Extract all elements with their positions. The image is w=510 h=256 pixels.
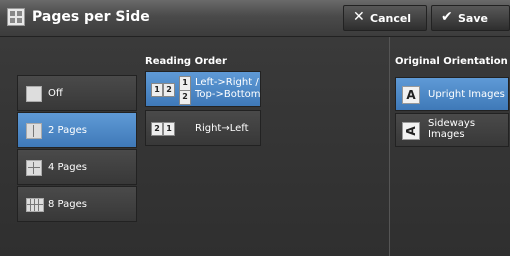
save-label: Save: [458, 12, 488, 25]
option-right-left[interactable]: 2 1 Right→Left: [145, 110, 261, 146]
stacked-page-1-icon: 1: [179, 76, 191, 91]
title-bar: Pages per Side ✕ Cancel ✔ Save: [0, 0, 510, 37]
page-title: Pages per Side: [32, 9, 150, 25]
cancel-button[interactable]: ✕ Cancel: [343, 5, 427, 31]
page-1-icon: 1: [151, 83, 163, 97]
stacked-page-2-icon: 2: [179, 90, 191, 105]
page-1-icon: 1: [163, 122, 175, 136]
orientation-heading: Original Orientation: [395, 56, 508, 67]
option-8-pages[interactable]: 8 Pages: [17, 186, 137, 222]
option-left-right-top-bottom[interactable]: 1 2 1 2 Left->Right / Top->Bottom: [145, 71, 261, 107]
sideways-a-icon: A: [402, 122, 420, 140]
option-upright-images[interactable]: A Upright Images: [395, 77, 509, 111]
four-pages-icon: [26, 160, 42, 176]
page-2-icon: 2: [163, 83, 175, 97]
two-pages-icon: [26, 123, 42, 139]
option-4-pages[interactable]: 4 Pages: [17, 149, 137, 185]
pages-options-panel: Off 2 Pages 4 Pages 8 Pages: [17, 75, 137, 223]
checkmark-icon: ✔: [441, 9, 453, 25]
section-divider: [389, 37, 390, 256]
reading-order-heading: Reading Order: [145, 56, 227, 67]
option-sideways-images[interactable]: A Sideways Images: [395, 113, 509, 147]
close-icon: ✕: [353, 9, 365, 25]
option-off[interactable]: Off: [17, 75, 137, 111]
main-area: Off 2 Pages 4 Pages 8 Pages Reading Orde…: [0, 37, 510, 256]
eight-pages-icon: [26, 198, 44, 212]
reading-order-panel: 1 2 1 2 Left->Right / Top->Bottom 2 1 Ri…: [145, 71, 263, 147]
save-button[interactable]: ✔ Save: [431, 5, 510, 31]
page-2-icon: 2: [151, 122, 163, 136]
orientation-panel: A Upright Images A Sideways Images: [395, 77, 509, 149]
single-page-icon: [26, 86, 42, 102]
option-2-pages[interactable]: 2 Pages: [17, 112, 137, 148]
cancel-label: Cancel: [370, 12, 412, 25]
upright-a-icon: A: [402, 86, 420, 104]
pages-per-side-icon: [7, 8, 25, 26]
